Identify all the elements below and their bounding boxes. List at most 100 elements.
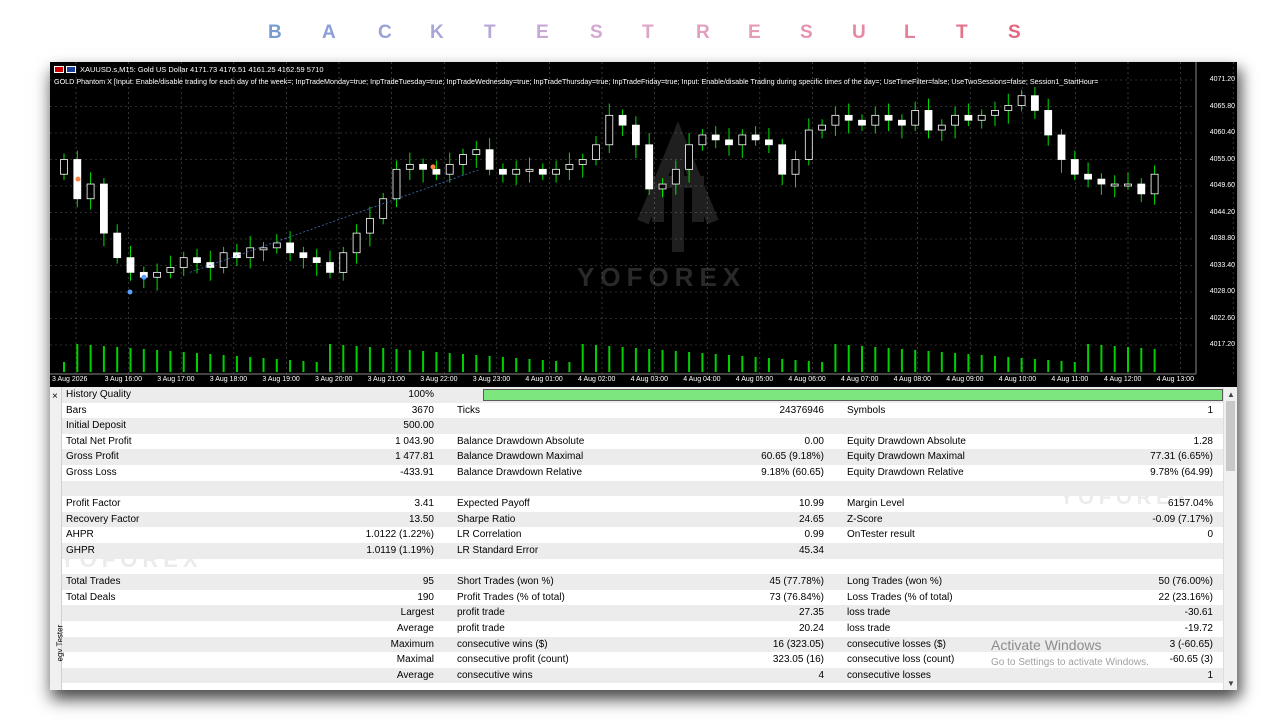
volume-bar bbox=[940, 352, 943, 372]
candle-body bbox=[645, 144, 654, 190]
title-letter: T bbox=[642, 22, 654, 43]
time-label: 4 Aug 09:00 bbox=[946, 376, 984, 383]
price-level-label: 4017.20 bbox=[1209, 341, 1235, 348]
time-label: 3 Aug 22:00 bbox=[420, 376, 458, 383]
candle-body bbox=[219, 252, 228, 268]
volume-bar bbox=[116, 347, 119, 372]
candle-body bbox=[113, 232, 122, 259]
table-row: AHPR 1.0122 (1.22%) LR Correlation 0.99 OnTe… bbox=[62, 527, 1223, 543]
table-cell: 1.0119 (1.19%) bbox=[366, 544, 434, 556]
volume-bar bbox=[741, 356, 744, 372]
table-row: Total Net Profit 1 043.90 Balance Drawdown… bbox=[62, 434, 1223, 450]
table-cell: Recovery Factor bbox=[66, 513, 140, 525]
table-row: Recovery Factor 13.50 Sharpe Ratio 24.65 Z-S… bbox=[62, 511, 1223, 528]
title-letter: A bbox=[322, 22, 336, 43]
table-cell: 50 (76.00%) bbox=[1158, 576, 1213, 588]
time-label: 4 Aug 07:00 bbox=[841, 376, 879, 383]
volume-bar bbox=[914, 350, 917, 372]
trade-marker-icon bbox=[127, 289, 133, 295]
table-row: Total Deals 190 Profit Trades (% of total)… bbox=[62, 590, 1223, 606]
time-label: 3 Aug 23:00 bbox=[472, 376, 511, 383]
volume-bar bbox=[861, 346, 863, 372]
table-cell: 6157.04% bbox=[1167, 498, 1213, 510]
volume-bar bbox=[701, 353, 704, 372]
table-cell: 16 (323.05) bbox=[772, 638, 824, 650]
candle-body bbox=[179, 257, 188, 268]
title-letter: S bbox=[800, 22, 813, 43]
candle-body bbox=[751, 134, 760, 141]
table-cell: -30.61 bbox=[1184, 607, 1213, 619]
volume-bar bbox=[435, 352, 438, 372]
report-scrollbar[interactable]: ▲ ▼ bbox=[1223, 387, 1237, 690]
table-cell: Initial Deposit bbox=[66, 420, 127, 432]
scroll-thumb[interactable] bbox=[1226, 401, 1235, 471]
time-label: 4 Aug 11:00 bbox=[1051, 376, 1089, 383]
row-label: History Quality bbox=[66, 389, 132, 400]
title-letter: R bbox=[696, 22, 710, 43]
title-letter: T bbox=[956, 22, 968, 43]
volume-bar bbox=[581, 344, 584, 372]
table-cell: 10.99 bbox=[798, 498, 824, 510]
volume-bar bbox=[634, 348, 637, 372]
close-icon[interactable]: × bbox=[52, 391, 58, 402]
row-value: 100% bbox=[408, 389, 434, 400]
volume-bar bbox=[927, 351, 930, 372]
chart-watermark: YOFOREX bbox=[577, 262, 747, 292]
table-cell: 190 bbox=[417, 591, 434, 603]
volume-bar bbox=[621, 347, 624, 372]
tester-sidebar: × egy Tester bbox=[50, 387, 65, 690]
candle-body bbox=[977, 114, 986, 121]
price-level-label: 4060.40 bbox=[1209, 129, 1235, 136]
volume-bar bbox=[595, 345, 597, 372]
title-letter: T bbox=[484, 22, 496, 43]
price-level-label: 4065.80 bbox=[1209, 102, 1235, 110]
candle-body bbox=[818, 124, 826, 131]
table-cell: 0.00 bbox=[804, 435, 824, 447]
table-cell: 3.41 bbox=[414, 498, 434, 510]
candle-body bbox=[1070, 159, 1079, 175]
price-chart[interactable]: YOFOREX XAUUSD.s,M15: Gold US Dollar 417… bbox=[50, 62, 1237, 387]
volume-bar bbox=[156, 350, 159, 372]
scroll-up-icon[interactable]: ▲ bbox=[1227, 390, 1235, 399]
table-cell: 9.18% (60.65) bbox=[761, 466, 824, 478]
volume-bar bbox=[648, 349, 651, 372]
table-cell: profit trade bbox=[457, 607, 505, 619]
candle-body bbox=[1137, 183, 1146, 195]
time-label: 3 Aug 18:00 bbox=[209, 376, 248, 383]
candle-body bbox=[60, 159, 68, 175]
volume-bar bbox=[488, 356, 491, 372]
candle-body bbox=[765, 139, 773, 146]
volume-bar bbox=[608, 346, 611, 372]
table-cell: Maximum bbox=[390, 638, 434, 650]
table-row: Average consecutive wins 4 consecutive loss… bbox=[62, 667, 1223, 684]
time-label: 4 Aug 05:00 bbox=[735, 376, 774, 383]
candle-body bbox=[924, 110, 933, 131]
volume-bar bbox=[235, 356, 238, 372]
candle-body bbox=[272, 242, 281, 249]
table-cell: Balance Drawdown Relative bbox=[457, 466, 583, 478]
table-cell: Profit Trades (% of total) bbox=[457, 591, 565, 603]
price-level-label: 4033.40 bbox=[1209, 261, 1235, 269]
table-cell: Ticks bbox=[457, 404, 480, 416]
table-cell: 60.65 (9.18%) bbox=[761, 451, 824, 463]
volume-bar bbox=[688, 352, 691, 372]
volume-bar bbox=[781, 359, 784, 372]
volume-bar bbox=[1047, 360, 1050, 372]
table-cell: 77.31 (6.65%) bbox=[1150, 451, 1213, 463]
scroll-down-icon[interactable]: ▼ bbox=[1227, 679, 1235, 688]
table-cell: -19.72 bbox=[1184, 622, 1213, 634]
candle-body bbox=[778, 144, 787, 175]
volume-bar bbox=[1100, 345, 1103, 372]
candle-body bbox=[1150, 173, 1159, 195]
volume-bar bbox=[169, 351, 172, 372]
table-cell: Total Trades bbox=[66, 576, 121, 588]
candle-body bbox=[1110, 183, 1119, 187]
price-level-label: 4028.00 bbox=[1209, 288, 1235, 295]
candle-body bbox=[738, 134, 747, 146]
candle-body bbox=[991, 110, 999, 116]
table-cell: 13.50 bbox=[408, 513, 434, 525]
volume-bar bbox=[847, 345, 850, 372]
candle-body bbox=[791, 159, 800, 175]
activate-windows-subtitle: Go to Settings to activate Windows. bbox=[991, 657, 1149, 668]
table-cell: consecutive losses ($) bbox=[847, 638, 946, 650]
